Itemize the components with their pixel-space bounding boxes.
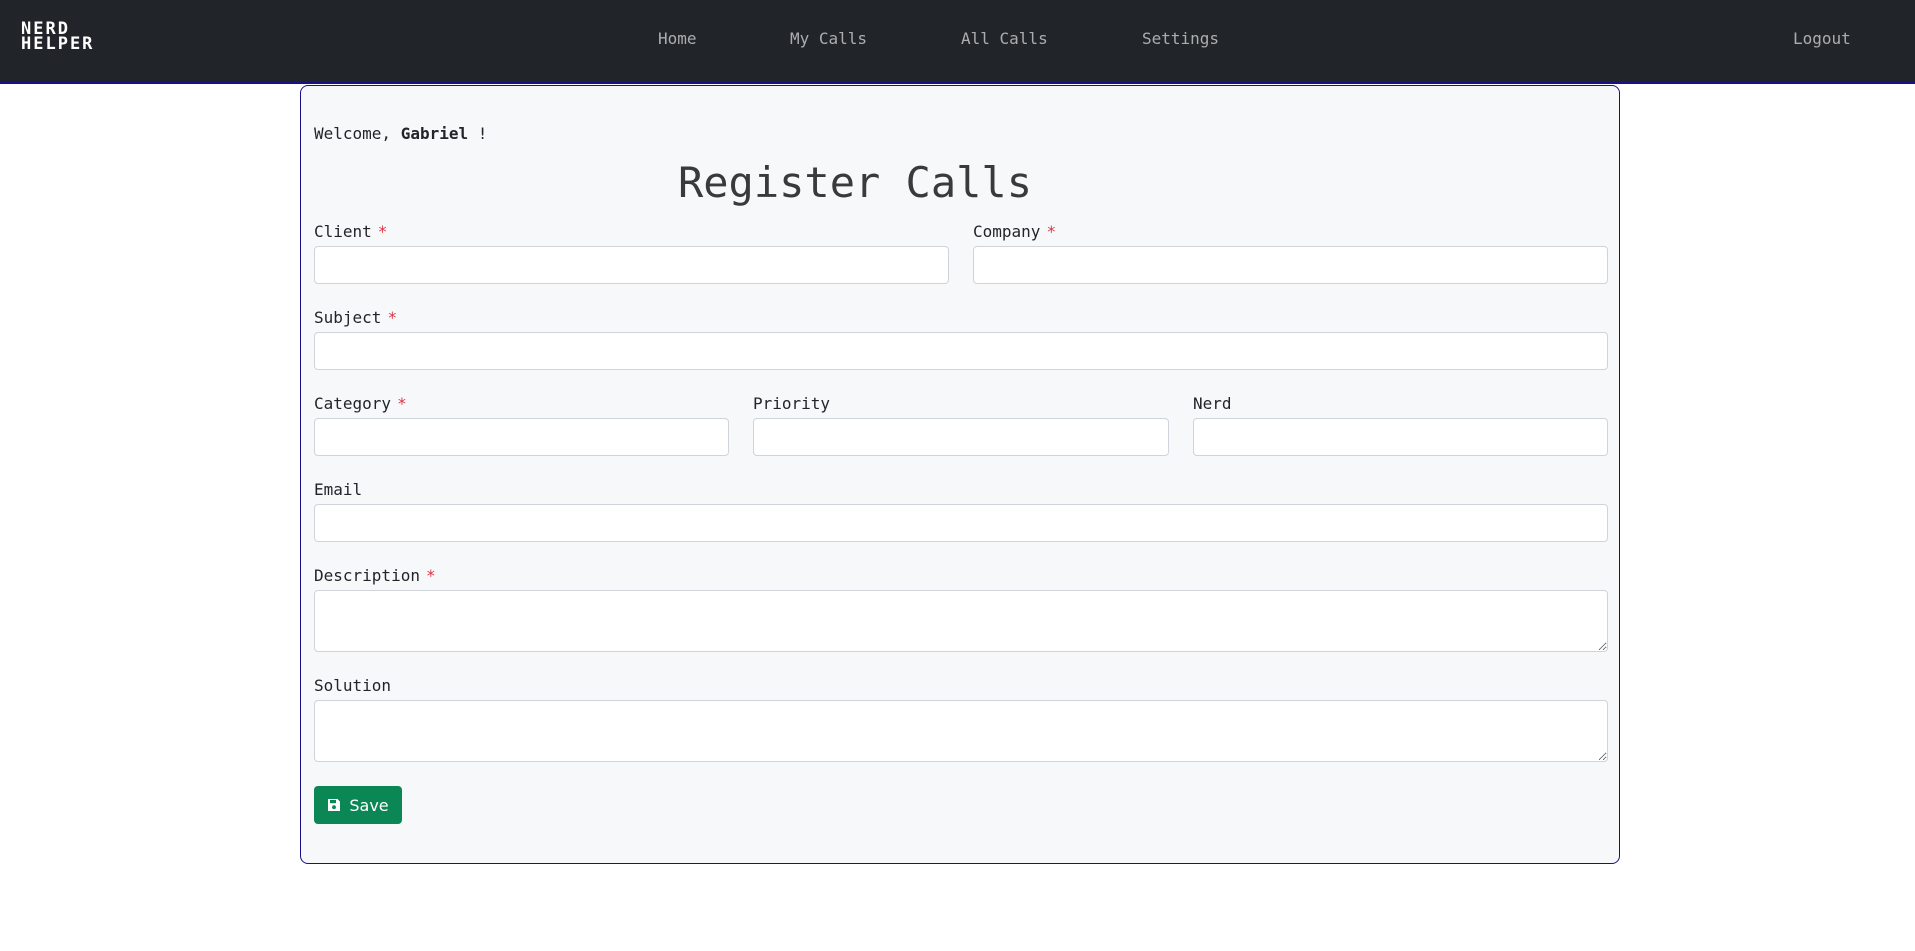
company-input[interactable] [973,246,1608,284]
category-required-marker: * [397,394,407,413]
category-label: Category * [314,394,407,413]
category-label-text: Category [314,394,392,413]
subject-label: Subject * [314,308,397,327]
top-navbar: NERD HELPER Home My Calls All Calls Sett… [0,0,1915,84]
description-required-marker: * [425,566,436,585]
page-title: Register Calls [677,158,1032,207]
solution-label-text: Solution [314,676,392,695]
welcome-message: Welcome, Gabriel ! [314,124,487,143]
priority-label-text: Priority [753,394,831,413]
brand-logo[interactable]: NERD HELPER [21,21,117,56]
nav-my-calls[interactable]: My Calls [790,29,867,48]
client-label-text: Client [314,222,372,241]
solution-label: Solution [314,676,391,695]
save-button-label: Save [349,795,389,815]
subject-required-marker: * [387,308,398,327]
priority-input[interactable] [753,418,1169,456]
subject-input[interactable] [314,332,1608,370]
welcome-user-name: Gabriel [400,124,469,143]
nav-all-calls[interactable]: All Calls [961,29,1048,48]
description-label-text: Description [314,566,420,585]
subject-label-text: Subject [314,308,382,327]
nerd-input[interactable] [1193,418,1608,456]
description-textarea[interactable] [314,590,1608,652]
save-button[interactable]: Save [314,786,402,824]
category-input[interactable] [314,418,729,456]
company-required-marker: * [1046,222,1057,241]
nav-home[interactable]: Home [658,29,697,48]
nav-settings[interactable]: Settings [1142,29,1219,48]
email-label: Email [314,480,362,499]
solution-textarea[interactable] [314,700,1608,762]
nerd-label-text: Nerd [1193,394,1232,413]
register-call-card: Welcome, Gabriel ! Register Calls Client… [300,85,1620,864]
client-label: Client * [314,222,387,241]
company-label: Company * [973,222,1056,241]
email-label-text: Email [314,480,363,499]
nerd-label: Nerd [1193,394,1232,413]
client-input[interactable] [314,246,949,284]
nav-logout[interactable]: Logout [1793,29,1851,48]
company-label-text: Company [973,222,1041,241]
priority-label: Priority [753,394,830,413]
floppy-disk-icon [328,799,341,811]
brand-line-2: HELPER [21,34,95,54]
welcome-prefix: Welcome, [314,124,401,143]
email-input[interactable] [314,504,1608,542]
welcome-suffix: ! [468,124,488,143]
client-required-marker: * [377,222,388,241]
description-label: Description * [314,566,436,585]
